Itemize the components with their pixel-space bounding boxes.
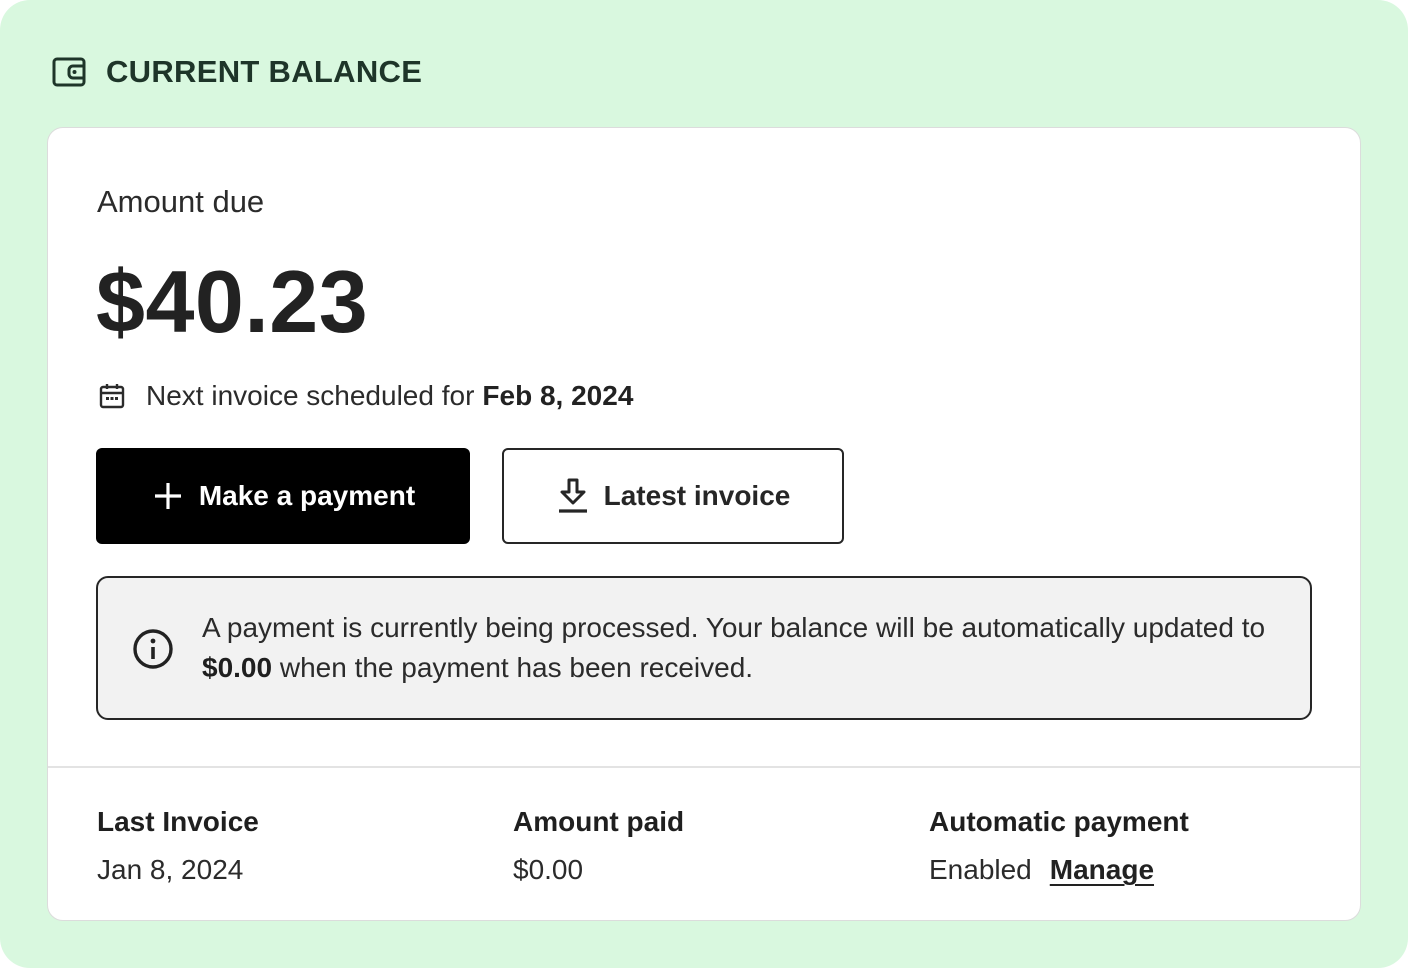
- last-invoice-stat: Last Invoice Jan 8, 2024: [97, 802, 259, 890]
- last-invoice-value: Jan 8, 2024: [97, 854, 244, 885]
- latest-invoice-button[interactable]: Latest invoice: [502, 448, 844, 544]
- next-invoice-row: Next invoice scheduled for Feb 8, 2024: [98, 378, 633, 414]
- next-invoice-date: Feb 8, 2024: [482, 380, 634, 411]
- last-invoice-label: Last Invoice: [97, 806, 259, 837]
- notice-text-after: when the payment has been received.: [272, 652, 754, 683]
- amount-paid-label: Amount paid: [513, 806, 685, 837]
- automatic-payment-label: Automatic payment: [929, 806, 1189, 837]
- download-icon: [556, 478, 590, 513]
- panel-header: CURRENT BALANCE: [52, 52, 422, 92]
- notice-amount: $0.00: [202, 652, 273, 683]
- make-payment-label: Make a payment: [198, 480, 416, 511]
- next-invoice-text: Next invoice scheduled for: [146, 380, 475, 411]
- amount-due-value: $40.23: [96, 252, 369, 351]
- current-balance-panel: CURRENT BALANCE Amount due $40.23 Next i…: [0, 0, 1408, 968]
- automatic-payment-stat: Automatic payment Enabled Manage: [929, 802, 1189, 890]
- panel-title: CURRENT BALANCE: [106, 54, 423, 89]
- amount-paid-stat: Amount paid $0.00: [513, 802, 684, 890]
- latest-invoice-label: Latest invoice: [603, 480, 791, 511]
- balance-card: Amount due $40.23 Next invoice scheduled…: [47, 127, 1361, 921]
- notice-text: A payment is currently being processed. …: [202, 608, 1282, 688]
- wallet-icon: [52, 55, 86, 89]
- calendar-icon: [98, 382, 126, 410]
- manage-link[interactable]: Manage: [1050, 850, 1154, 890]
- amount-due-label: Amount due: [97, 184, 265, 219]
- amount-paid-value: $0.00: [513, 854, 584, 885]
- plus-icon: [151, 479, 185, 513]
- make-payment-button[interactable]: Make a payment: [96, 448, 470, 544]
- automatic-payment-status: Enabled: [929, 854, 1032, 885]
- payment-processing-notice: A payment is currently being processed. …: [96, 576, 1312, 720]
- divider: [48, 766, 1360, 768]
- automatic-payment-value-row: Enabled Manage: [929, 850, 1189, 890]
- info-icon: [132, 628, 174, 670]
- notice-text-before: A payment is currently being processed. …: [202, 612, 1266, 643]
